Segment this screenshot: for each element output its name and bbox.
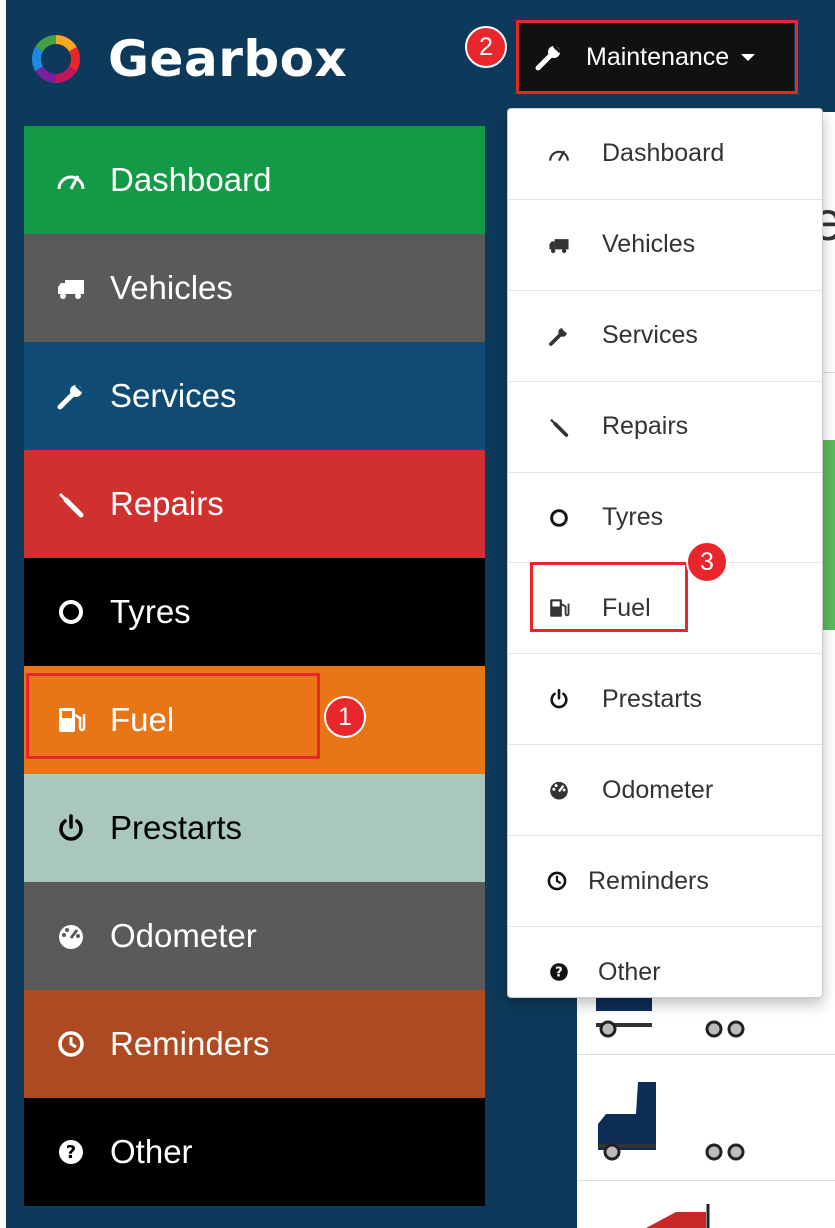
- circle-icon: [546, 505, 572, 531]
- svg-text:?: ?: [66, 1142, 76, 1163]
- sidebar-edge: [0, 0, 6, 1228]
- menu-item-vehicles[interactable]: Vehicles: [508, 200, 822, 291]
- sidebar-item-odometer[interactable]: Odometer: [24, 882, 485, 990]
- wrench-icon: [54, 379, 88, 413]
- menu-item-other[interactable]: ? Other: [508, 927, 822, 1018]
- sidebar-item-prestarts[interactable]: Prestarts: [24, 774, 485, 882]
- truck-icon: [54, 271, 88, 305]
- maintenance-dropdown-menu: Dashboard Vehicles Services Repairs Tyre…: [507, 108, 823, 998]
- menu-item-label: Services: [602, 321, 698, 350]
- clock-icon: [54, 1027, 88, 1061]
- menu-item-reminders[interactable]: Reminders: [508, 836, 822, 928]
- sidebar-item-label: Reminders: [110, 1025, 270, 1062]
- clock-icon: [544, 868, 570, 894]
- sidebar-item-other[interactable]: ? Other: [24, 1098, 485, 1206]
- sidebar-item-label: Vehicles: [110, 269, 233, 306]
- sidebar-item-services[interactable]: Services: [24, 342, 485, 450]
- sidebar-item-label: Other: [110, 1133, 193, 1170]
- menu-item-label: Dashboard: [602, 139, 725, 168]
- step-badge-3: 3: [686, 541, 728, 583]
- truck-image-icon: [598, 1082, 745, 1161]
- menu-item-odometer[interactable]: Odometer: [508, 745, 822, 837]
- wrench-icon: [546, 323, 572, 349]
- gearbox-logo-icon: [31, 34, 81, 83]
- step-badge-2: 2: [465, 26, 507, 68]
- question-icon: ?: [546, 959, 572, 985]
- tachometer-icon: [54, 163, 88, 197]
- truck-image-icon: [646, 1204, 710, 1228]
- screwdriver-icon: [546, 414, 572, 440]
- question-icon: ?: [54, 1135, 88, 1169]
- step-badge-1: 1: [324, 696, 366, 738]
- highlight-box-sidebar-fuel: [26, 673, 320, 759]
- menu-item-services[interactable]: Services: [508, 291, 822, 382]
- sidebar-item-vehicles[interactable]: Vehicles: [24, 234, 485, 342]
- sidebar-item-tyres[interactable]: Tyres: [24, 558, 485, 666]
- content-divider: [577, 1180, 835, 1181]
- menu-item-label: Prestarts: [602, 684, 703, 713]
- menu-item-prestarts[interactable]: Prestarts: [508, 654, 822, 746]
- truck-icon: [546, 232, 572, 258]
- sidebar-item-label: Tyres: [110, 593, 191, 630]
- brand-name: Gearbox: [108, 30, 348, 88]
- menu-item-label: Tyres: [602, 503, 664, 531]
- sidebar-item-label: Prestarts: [110, 809, 243, 846]
- power-icon: [546, 686, 572, 712]
- sidebar-item-label: Dashboard: [110, 161, 272, 198]
- menu-item-tyres[interactable]: Tyres: [508, 473, 822, 564]
- sidebar-item-dashboard[interactable]: Dashboard: [24, 126, 485, 234]
- sidebar-item-reminders[interactable]: Reminders: [24, 990, 485, 1098]
- svg-text:?: ?: [555, 966, 563, 981]
- sidebar-item-label: Repairs: [110, 485, 224, 522]
- highlight-box-dropdown-fuel: [530, 562, 688, 632]
- sidebar-item-repairs[interactable]: Repairs: [24, 450, 485, 558]
- tachometer-icon: [546, 141, 572, 167]
- gauge-icon: [54, 919, 88, 953]
- menu-item-label: Odometer: [602, 775, 714, 804]
- menu-item-label: Other: [598, 957, 661, 986]
- menu-item-label: Reminders: [588, 866, 709, 895]
- sidebar-item-label: Odometer: [110, 917, 257, 954]
- sidebar-item-label: Services: [110, 377, 237, 414]
- menu-item-label: Vehicles: [602, 230, 696, 259]
- brand[interactable]: Gearbox: [26, 28, 347, 90]
- content-divider: [577, 1054, 835, 1055]
- power-icon: [54, 811, 88, 845]
- screwdriver-icon: [54, 487, 88, 521]
- menu-item-repairs[interactable]: Repairs: [508, 382, 822, 473]
- highlight-box-maintenance: [516, 20, 798, 94]
- gauge-icon: [546, 777, 572, 803]
- menu-item-dashboard[interactable]: Dashboard: [508, 109, 822, 200]
- menu-item-label: Repairs: [602, 412, 689, 441]
- sidebar-nav: Dashboard Vehicles Services Repairs Tyre…: [24, 126, 485, 1206]
- circle-icon: [54, 595, 88, 629]
